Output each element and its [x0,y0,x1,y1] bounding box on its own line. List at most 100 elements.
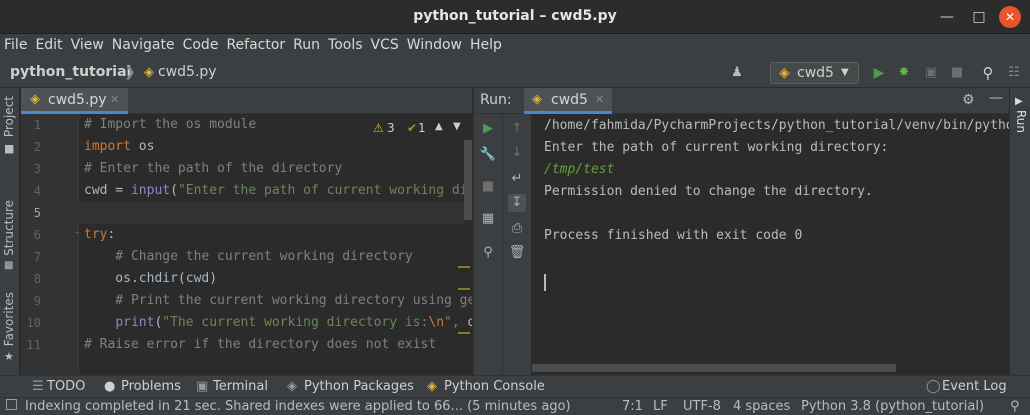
favorites-tool-tab[interactable]: Favorites [2,292,16,346]
python-console-icon: ◈ [427,379,437,394]
console-output[interactable]: /home/fahmida/PycharmProjects/python_tut… [544,114,1010,375]
menu-edit[interactable]: Edit [31,34,66,53]
folder-icon: ■ [4,142,15,155]
arrow-down-icon[interactable]: ↓ [508,144,526,162]
rerun-icon[interactable]: ▶ [479,120,497,138]
tool-python-packages[interactable]: Python Packages [304,379,414,394]
caret-position[interactable]: 7:1 [622,399,643,414]
project-tool-tab[interactable]: Project [2,96,16,137]
maximize-icon[interactable]: □ [968,6,990,28]
run-config-selector[interactable]: ◈ cwd5 ▼ [770,62,859,84]
run-tab-cwd5[interactable]: ◈ cwd5 ✕ [524,88,612,114]
line-number[interactable]: 2 [23,140,41,154]
menu-vcs[interactable]: VCS [367,34,403,53]
menu-navigate[interactable]: Navigate [108,34,179,53]
editor-tab-cwd5[interactable]: ◈ cwd5.py ✕ [21,88,128,114]
run-icon[interactable]: ▶ [870,64,888,82]
code-line[interactable]: try: [84,224,115,246]
tool-window-toggle-icon[interactable] [6,399,17,410]
stop-icon[interactable]: ■ [479,178,497,196]
tool-event-log[interactable]: Event Log [942,379,1007,394]
scroll-to-end-icon[interactable]: ↧ [508,194,526,212]
code-line[interactable]: # Enter the path of the directory [84,158,342,180]
code-line[interactable]: import os [84,136,154,158]
code-token: "Enter the path of current working direc… [177,183,472,198]
python-interpreter[interactable]: Python 3.8 (python_tutorial) [801,399,984,414]
console-scrollbar[interactable] [532,364,896,372]
print-icon[interactable]: ⎙ [508,220,526,238]
structure-tool-tab[interactable]: Structure [2,200,16,256]
line-number[interactable]: 8 [23,272,41,286]
warning-icon[interactable]: ⚠ [373,121,384,135]
line-number[interactable]: 1 [23,118,41,132]
line-number[interactable]: 4 [23,184,41,198]
editor-scrollbar[interactable] [464,140,472,220]
menu-code[interactable]: Code [179,34,223,53]
chevron-up-icon[interactable]: ▲ [435,121,443,132]
line-number[interactable]: 3 [23,162,41,176]
line-number[interactable]: 5 [23,206,41,220]
close-tab-icon[interactable]: ✕ [110,93,119,106]
line-number[interactable]: 7 [23,250,41,264]
run-tool-tab[interactable]: Run [1014,110,1028,133]
tool-problems[interactable]: Problems [121,379,181,394]
warning-count[interactable]: 3 [387,121,395,135]
wrench-icon[interactable]: 🔧 [479,146,497,164]
code-line[interactable]: # Print the current working directory us… [84,290,472,312]
code-line[interactable]: print("The current working directory is:… [84,312,472,334]
breadcrumb-file[interactable]: cwd5.py [158,64,217,80]
warning-marker[interactable] [458,266,470,268]
close-icon[interactable]: ✕ [999,6,1021,28]
code-token: \n [428,315,445,330]
trash-icon[interactable]: 🗑 [508,244,526,262]
menu-help[interactable]: Help [466,34,506,53]
arrow-up-icon[interactable]: ↑ [508,120,526,138]
code-line[interactable]: cwd = input("Enter the path of current w… [84,180,472,202]
tool-todo[interactable]: TODO [47,379,85,394]
file-encoding[interactable]: UTF-8 [683,399,721,414]
stop-icon[interactable]: ■ [948,64,966,82]
user-icon[interactable]: ♟ [728,64,746,82]
weak-warning-count[interactable]: 1 [418,121,426,135]
code-token: # Print the current working directory us… [115,293,472,308]
code-area[interactable]: # Import the os module import os # Enter t… [79,114,472,375]
line-number[interactable]: 9 [23,294,41,308]
code-token: os [130,139,155,154]
line-number[interactable]: 10 [23,316,41,330]
search-icon[interactable]: ⚲ [979,64,997,82]
chevron-down-icon[interactable]: ▼ [453,121,461,132]
tool-terminal[interactable]: Terminal [213,379,268,394]
indent-setting[interactable]: 4 spaces [733,399,790,414]
tool-python-console[interactable]: Python Console [444,379,545,394]
warning-marker[interactable] [458,288,470,290]
weak-warning-icon[interactable]: ✔ [407,121,417,135]
minimize-icon[interactable]: — [936,6,958,28]
close-tab-icon[interactable]: ✕ [595,93,604,106]
warning-marker[interactable] [458,332,470,334]
code-line[interactable]: # Change the current working directory [84,246,412,268]
debug-icon[interactable]: ✸ [895,64,913,82]
code-token: os.getcwd()) [467,315,472,330]
layout-icon[interactable]: ▦ [479,210,497,228]
menu-window[interactable]: Window [403,34,466,53]
settings-icon[interactable]: ☷ [1005,64,1023,82]
coverage-icon[interactable]: ▣ [922,64,940,82]
gear-icon[interactable]: ⚙ [962,92,975,108]
line-number[interactable]: 6 [23,228,41,242]
menu-file[interactable]: File [0,34,31,53]
pin-icon[interactable]: ⚲ [479,244,497,262]
menu-run[interactable]: Run [289,34,324,53]
code-line[interactable]: # Import the os module [84,114,256,136]
breadcrumb-project[interactable]: python_tutorial [10,64,131,80]
menu-view[interactable]: View [67,34,108,53]
hide-panel-icon[interactable]: — [989,90,1003,106]
soft-wrap-icon[interactable]: ↵ [508,170,526,188]
status-message[interactable]: Indexing completed in 21 sec. Shared ind… [25,399,571,414]
line-separator[interactable]: LF [653,399,668,414]
code-line[interactable]: # Raise error if the directory does not … [84,334,436,356]
code-line[interactable]: os.chdir(cwd) [84,268,217,290]
line-number[interactable]: 11 [23,338,41,352]
menu-tools[interactable]: Tools [324,34,367,53]
lock-icon[interactable]: ⚲ [1010,399,1020,414]
menu-refactor[interactable]: Refactor [222,34,289,53]
